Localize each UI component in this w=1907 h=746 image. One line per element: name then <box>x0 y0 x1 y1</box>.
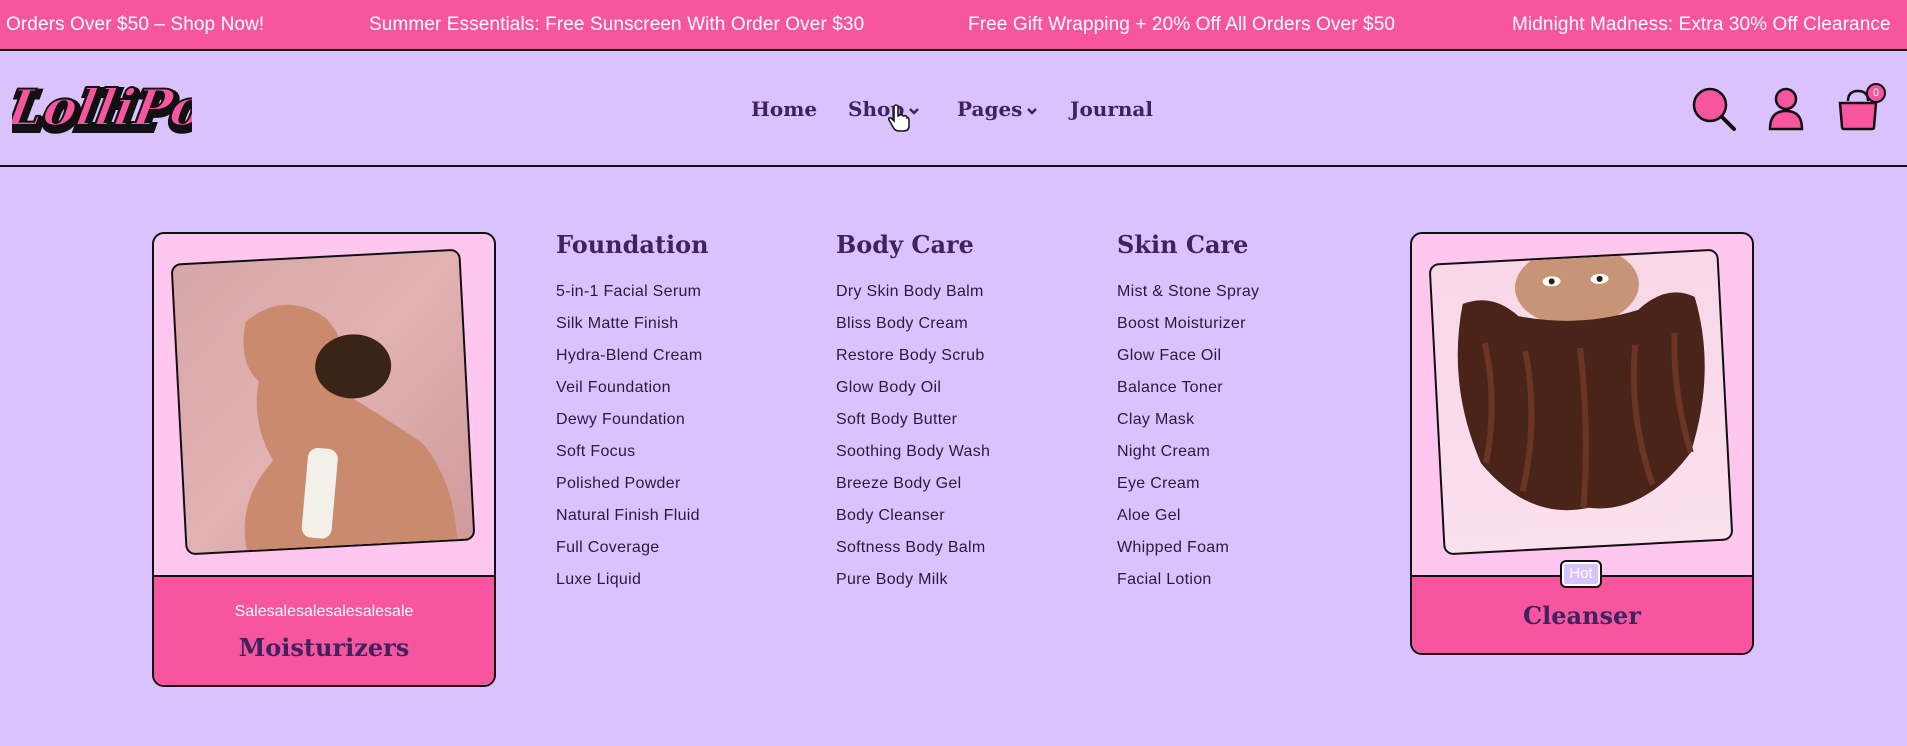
column-title[interactable]: Body Care <box>836 230 990 264</box>
menu-link[interactable]: 5-in-1 Facial Serum <box>556 276 709 308</box>
cart-count-badge: 0 <box>1866 83 1886 103</box>
menu-link[interactable]: Natural Finish Fluid <box>556 500 709 532</box>
menu-link[interactable]: Pure Body Milk <box>836 564 990 596</box>
menu-link[interactable]: Soft Focus <box>556 436 709 468</box>
announcement-item[interactable]: Free Gift Wrapping + 20% Off All Orders … <box>968 14 1395 36</box>
svg-text:LolliPop: LolliPop <box>12 78 192 137</box>
menu-column-skin-care: Skin Care Mist & Stone Spray Boost Moist… <box>1117 230 1259 596</box>
column-title[interactable]: Skin Care <box>1117 230 1259 264</box>
menu-column-foundation: Foundation 5-in-1 Facial Serum Silk Matt… <box>556 230 709 596</box>
chevron-down-icon <box>909 107 920 115</box>
menu-link[interactable]: Glow Body Oil <box>836 372 990 404</box>
card-title[interactable]: Moisturizers <box>154 633 494 662</box>
nav-pages[interactable]: Pages <box>957 97 1038 121</box>
menu-link[interactable]: Dry Skin Body Balm <box>836 276 990 308</box>
menu-link[interactable]: Full Coverage <box>556 532 709 564</box>
menu-link[interactable]: Dewy Foundation <box>556 404 709 436</box>
menu-link[interactable]: Polished Powder <box>556 468 709 500</box>
menu-link[interactable]: Restore Body Scrub <box>836 340 990 372</box>
menu-link[interactable]: Body Cleanser <box>836 500 990 532</box>
card-footer: Salesalesalesalesalesale Moisturizers <box>154 575 494 685</box>
menu-link[interactable]: Veil Foundation <box>556 372 709 404</box>
hot-badge: Hot <box>1560 560 1602 588</box>
menu-link[interactable]: Whipped Foam <box>1117 532 1259 564</box>
promo-card-cleanser[interactable]: Cleanser <box>1410 232 1754 655</box>
menu-link[interactable]: Glow Face Oil <box>1117 340 1259 372</box>
menu-link[interactable]: Eye Cream <box>1117 468 1259 500</box>
model-photo <box>170 248 476 556</box>
site-header: LolliPop LolliPop Home Shop Pages Journa… <box>0 51 1907 167</box>
announcement-item[interactable]: Summer Essentials: Free Sunscreen With O… <box>369 14 864 36</box>
menu-link[interactable]: Night Cream <box>1117 436 1259 468</box>
menu-link[interactable]: Aloe Gel <box>1117 500 1259 532</box>
card-subtitle: Salesalesalesalesalesale <box>234 603 414 620</box>
menu-link[interactable]: Bliss Body Cream <box>836 308 990 340</box>
menu-link[interactable]: Balance Toner <box>1117 372 1259 404</box>
menu-link[interactable]: Soft Body Butter <box>836 404 990 436</box>
column-title[interactable]: Foundation <box>556 230 709 264</box>
nav-home[interactable]: Home <box>751 97 817 121</box>
logo[interactable]: LolliPop LolliPop <box>12 67 192 153</box>
nav-journal[interactable]: Journal <box>1070 97 1153 121</box>
promo-card-moisturizers[interactable]: Salesalesalesalesalesale Moisturizers <box>152 232 496 687</box>
cart-button[interactable]: 0 <box>1834 83 1886 133</box>
search-icon[interactable] <box>1690 85 1738 133</box>
chevron-down-icon <box>1027 107 1038 115</box>
menu-link[interactable]: Clay Mask <box>1117 404 1259 436</box>
menu-link[interactable]: Hydra-Blend Cream <box>556 340 709 372</box>
announcement-item[interactable]: Midnight Madness: Extra 30% Off Clearanc… <box>1512 14 1891 36</box>
menu-link[interactable]: Breeze Body Gel <box>836 468 990 500</box>
menu-link[interactable]: Facial Lotion <box>1117 564 1259 596</box>
nav-pages-label: Pages <box>957 97 1023 121</box>
menu-link[interactable]: Luxe Liquid <box>556 564 709 596</box>
pointer-cursor-icon <box>888 104 910 132</box>
menu-link[interactable]: Silk Matte Finish <box>556 308 709 340</box>
announcement-bar: Orders Over $50 – Shop Now! Summer Essen… <box>0 0 1907 51</box>
menu-column-body-care: Body Care Dry Skin Body Balm Bliss Body … <box>836 230 990 596</box>
card-title[interactable]: Cleanser <box>1412 601 1752 630</box>
announcement-item[interactable]: Orders Over $50 – Shop Now! <box>6 14 264 36</box>
model-photo <box>1428 248 1734 556</box>
menu-link[interactable]: Mist & Stone Spray <box>1117 276 1259 308</box>
account-icon[interactable] <box>1762 85 1810 133</box>
menu-link[interactable]: Soothing Body Wash <box>836 436 990 468</box>
menu-link[interactable]: Softness Body Balm <box>836 532 990 564</box>
menu-link[interactable]: Boost Moisturizer <box>1117 308 1259 340</box>
